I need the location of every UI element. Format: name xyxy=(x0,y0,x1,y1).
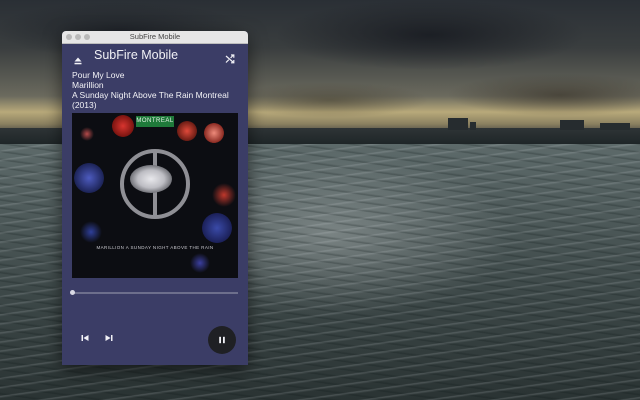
bokeh-light xyxy=(112,115,134,137)
playback-controls xyxy=(62,323,248,363)
bokeh-light xyxy=(177,121,197,141)
track-title: Pour My Love xyxy=(72,70,125,80)
bokeh-light xyxy=(204,123,224,143)
album-art-tag: MONTREAL xyxy=(136,116,174,127)
album-title: A Sunday Night Above The Rain Montreal (… xyxy=(72,90,229,110)
building xyxy=(470,122,476,130)
artist-name: Marillion xyxy=(72,80,104,90)
skip-next-icon[interactable] xyxy=(104,330,114,341)
app-bar: SubFire Mobile xyxy=(62,44,248,68)
building xyxy=(448,118,468,130)
album-art: MONTREAL MARILLION A SUNDAY NIGHT ABOVE … xyxy=(72,113,238,278)
bokeh-light xyxy=(74,163,104,193)
butterfly-emblem xyxy=(130,165,172,193)
bokeh-light xyxy=(80,127,94,141)
app-window: SubFire Mobile SubFire Mobile Pour My Lo… xyxy=(62,31,248,365)
bokeh-light xyxy=(212,183,236,207)
progress-bar[interactable] xyxy=(70,290,238,295)
app-title: SubFire Mobile xyxy=(94,48,179,62)
bokeh-light xyxy=(202,213,232,243)
building xyxy=(600,123,630,130)
album-art-caption: MARILLION A SUNDAY NIGHT ABOVE THE RAIN xyxy=(96,245,214,250)
progress-knob[interactable] xyxy=(70,290,75,295)
bokeh-light xyxy=(190,253,210,273)
window-titlebar[interactable]: SubFire Mobile xyxy=(62,31,248,44)
shuffle-icon[interactable] xyxy=(225,51,235,64)
track-info: Pour My Love Marillion A Sunday Night Ab… xyxy=(62,68,248,110)
window-title: SubFire Mobile xyxy=(129,32,181,41)
bokeh-light xyxy=(80,221,102,243)
eject-icon[interactable] xyxy=(74,52,82,65)
building xyxy=(560,120,584,130)
pause-icon xyxy=(219,336,225,344)
skip-previous-icon[interactable] xyxy=(80,330,90,341)
pause-button[interactable] xyxy=(208,326,236,354)
